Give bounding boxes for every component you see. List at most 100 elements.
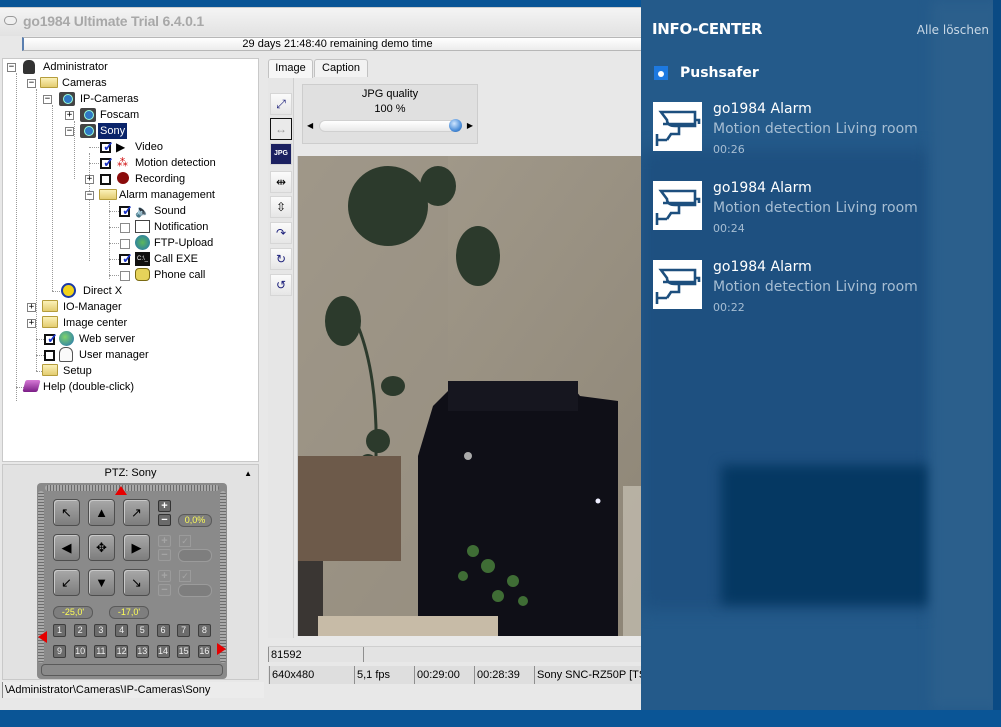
notification-item[interactable]: go1984 Alarm Motion detection Living roo…	[653, 180, 993, 241]
jpg-icon[interactable]: JPG	[270, 143, 292, 165]
tree-item-cameras[interactable]: − Cameras	[3, 75, 253, 91]
pan-position-marker[interactable]	[115, 486, 127, 495]
preset-button[interactable]: 10	[73, 645, 87, 658]
preset-button[interactable]: 8	[197, 624, 211, 637]
tree-item-image-center[interactable]: + Image center	[3, 315, 253, 331]
recording-checkbox[interactable]	[100, 174, 111, 185]
iris-minus-button[interactable]: −	[158, 584, 171, 596]
notification-checkbox[interactable]	[120, 223, 130, 233]
ptz-home-button[interactable]: ✥	[88, 534, 115, 561]
pushsafer-app-name[interactable]: Pushsafer	[680, 65, 759, 81]
focus-auto-checkbox[interactable]: ✓	[179, 535, 191, 547]
expand-toggle[interactable]: +	[27, 319, 36, 328]
ptz-up-left-button[interactable]: ↖	[53, 499, 80, 526]
preset-button[interactable]: 14	[156, 645, 170, 658]
tree-item-video[interactable]: ✓ ▶ Video	[3, 139, 253, 155]
focus-plus-button[interactable]: +	[158, 535, 171, 547]
collapse-toggle[interactable]: −	[7, 63, 16, 72]
ptz-down-right-button[interactable]: ↘	[123, 569, 150, 596]
tree-item-phone-call[interactable]: Phone call	[3, 267, 253, 283]
collapse-toggle[interactable]: −	[43, 95, 52, 104]
video-checkbox[interactable]: ✓	[100, 139, 114, 154]
expand-toggle[interactable]: +	[27, 303, 36, 312]
slider-thumb[interactable]	[449, 119, 462, 132]
ptz-speed-bar[interactable]	[41, 664, 223, 676]
fit-window-icon[interactable]: ⤢	[270, 93, 292, 115]
tree-item-ip-cameras[interactable]: − IP-Cameras	[3, 91, 253, 107]
user-manager-checkbox[interactable]	[44, 350, 55, 361]
tree-item-recording[interactable]: + Recording	[3, 171, 253, 187]
tilt-ruler-right[interactable]	[220, 491, 226, 663]
collapse-toggle[interactable]: −	[65, 127, 74, 136]
focus-minus-button[interactable]: −	[158, 549, 171, 561]
ptz-up-right-button[interactable]: ↗	[123, 499, 150, 526]
preset-button[interactable]: 15	[177, 645, 191, 658]
zoom-in-button[interactable]: +	[158, 500, 171, 512]
tree-item-call-exe[interactable]: ✓ C:\_ Call EXE	[3, 251, 253, 267]
pan-ruler[interactable]	[45, 485, 219, 491]
zoom-out-button[interactable]: −	[158, 514, 171, 526]
notification-item[interactable]: go1984 Alarm Motion detection Living roo…	[653, 101, 993, 162]
phone-call-checkbox[interactable]	[120, 271, 130, 281]
motion-detection-checkbox[interactable]: ✓	[100, 155, 114, 170]
tree-item-sound[interactable]: ✓ 🔈 Sound	[3, 203, 253, 219]
tree-item-io-manager[interactable]: + IO-Manager	[3, 299, 253, 315]
stretch-icon[interactable]: ↔	[270, 118, 292, 140]
preset-button[interactable]: 7	[177, 624, 191, 637]
preset-button[interactable]: 11	[94, 645, 108, 658]
preset-button[interactable]: 5	[135, 624, 149, 637]
tree-item-direct-x[interactable]: Direct X	[3, 283, 253, 299]
preset-button[interactable]: 13	[135, 645, 149, 658]
collapse-toggle[interactable]: −	[85, 191, 94, 200]
ftp-upload-checkbox[interactable]	[120, 239, 130, 249]
clear-all-link[interactable]: Alle löschen	[917, 23, 989, 37]
tree-item-motion-detection[interactable]: ✓ ⁂ Motion detection	[3, 155, 253, 171]
tree-item-setup[interactable]: Setup	[3, 363, 253, 379]
tilt-marker-right[interactable]	[217, 643, 226, 655]
preset-button[interactable]: 4	[115, 624, 129, 637]
expand-toggle[interactable]: +	[85, 175, 94, 184]
tree-item-help[interactable]: Help (double-click)	[3, 379, 253, 395]
rotate-90-icon[interactable]: ↷	[270, 222, 292, 244]
preset-button[interactable]: 9	[53, 645, 66, 658]
notification-item[interactable]: go1984 Alarm Motion detection Living roo…	[653, 259, 993, 320]
slider-track[interactable]	[319, 120, 461, 132]
tab-caption[interactable]: Caption	[314, 59, 368, 77]
tree-item-notification[interactable]: Notification	[3, 219, 253, 235]
call-exe-checkbox[interactable]: ✓	[119, 251, 133, 266]
collapse-toggle[interactable]: −	[27, 79, 36, 88]
ptz-right-button[interactable]: ▶	[123, 534, 150, 561]
web-server-checkbox[interactable]: ✓	[44, 331, 58, 346]
sound-checkbox[interactable]: ✓	[119, 203, 133, 218]
tree-item-web-server[interactable]: ✓ Web server	[3, 331, 253, 347]
ptz-up-button[interactable]: ▲	[88, 499, 115, 526]
tree-item-administrator[interactable]: − Administrator	[3, 59, 253, 75]
preset-button[interactable]: 16	[197, 645, 211, 658]
rotate-180-icon[interactable]: ↻	[270, 248, 292, 270]
mirror-vertical-icon[interactable]: ⇳	[270, 196, 292, 218]
preset-button[interactable]: 3	[94, 624, 108, 637]
expand-toggle[interactable]: +	[65, 111, 74, 120]
ptz-left-button[interactable]: ◀	[53, 534, 80, 561]
slider-left-arrow[interactable]: ◀	[307, 120, 313, 132]
preset-button[interactable]: 6	[156, 624, 170, 637]
tree-item-user-manager[interactable]: User manager	[3, 347, 253, 363]
tree-item-ftp-upload[interactable]: FTP-Upload	[3, 235, 253, 251]
tree-item-alarm-management[interactable]: − Alarm management	[3, 187, 253, 203]
camera-video-frame[interactable]	[297, 156, 642, 636]
slider-right-arrow[interactable]: ▶	[467, 120, 473, 132]
rotate-270-icon[interactable]: ↺	[270, 274, 292, 296]
tilt-marker-left[interactable]	[38, 631, 47, 643]
ptz-down-left-button[interactable]: ↙	[53, 569, 80, 596]
preset-button[interactable]: 1	[53, 624, 66, 637]
ptz-down-button[interactable]: ▼	[88, 569, 115, 596]
window-menu-icon[interactable]	[4, 16, 17, 25]
iris-plus-button[interactable]: +	[158, 570, 171, 582]
jpg-quality-slider[interactable]: ◀ ▶	[307, 119, 473, 133]
tree-item-sony[interactable]: − Sony	[3, 123, 253, 139]
tree-item-foscam[interactable]: + Foscam	[3, 107, 253, 123]
collapse-panel-icon[interactable]: ▲	[244, 469, 252, 478]
preset-button[interactable]: 12	[115, 645, 129, 658]
tab-image[interactable]: Image	[268, 59, 313, 78]
iris-auto-checkbox[interactable]: ✓	[179, 570, 191, 582]
